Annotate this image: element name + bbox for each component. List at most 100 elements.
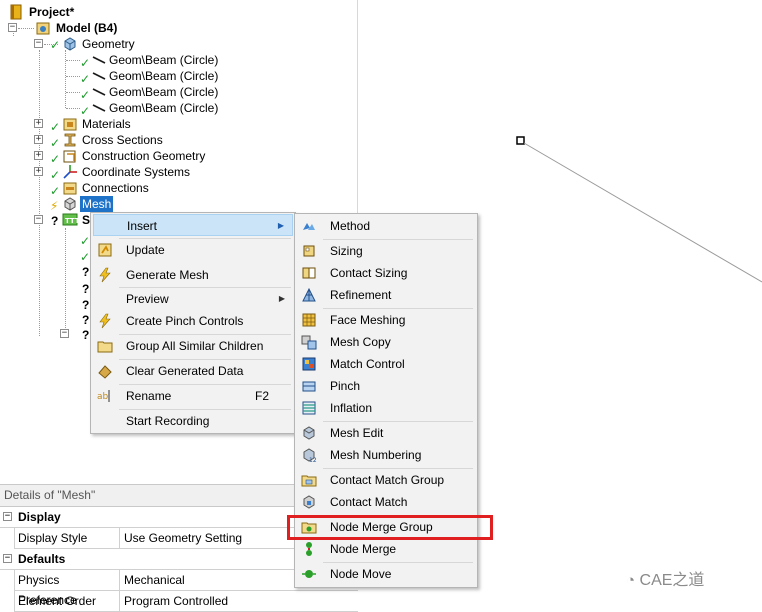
menu-item-create-pinch-controls[interactable]: Create Pinch Controls <box>93 310 293 332</box>
construction-geometry-icon <box>63 150 76 163</box>
menu-item-update[interactable]: Update <box>93 239 293 261</box>
submenu-item-pinch[interactable]: Pinch <box>297 375 475 397</box>
tree-item-geometry[interactable]: − ✓ Geometry <box>34 36 234 52</box>
connections-icon <box>63 182 77 195</box>
menu-item-label: Clear Generated Data <box>126 364 244 378</box>
property-name: Physics Preference <box>14 570 120 607</box>
tree-item-label: Connections <box>82 181 149 195</box>
expand-toggle-icon[interactable]: + <box>34 151 43 160</box>
menu-item-label: Mesh Numbering <box>330 448 422 462</box>
submenu-item-node-move[interactable]: Node Move <box>297 563 475 585</box>
section-label: Display <box>18 510 61 524</box>
node-move-icon <box>302 570 316 578</box>
menu-item-label: Node Merge <box>330 542 397 556</box>
tree-item-coordinate-systems[interactable]: + ✓ Coordinate Systems <box>34 164 274 182</box>
menu-item-label: Group All Similar Children <box>126 339 264 353</box>
submenu-item-mesh-copy[interactable]: Mesh Copy <box>297 331 475 353</box>
menu-item-label: Face Meshing <box>330 313 406 327</box>
tree-item-mesh[interactable]: ⚡ Mesh <box>34 196 234 213</box>
menu-item-label: Contact Match <box>330 495 408 509</box>
tree-item-materials[interactable]: + ✓ Materials <box>34 116 234 134</box>
tree-item-body[interactable]: ✓ Geom\Beam (Circle) <box>80 84 280 102</box>
tree-item-body[interactable]: ✓ Geom\Beam (Circle) <box>80 52 280 70</box>
submenu-item-method[interactable]: Method <box>297 215 475 237</box>
submenu-item-sizing[interactable]: Sizing <box>297 240 475 262</box>
submenu-item-match-control[interactable]: Match Control <box>297 353 475 375</box>
question-mark-icon: ? <box>82 282 90 296</box>
mesh-copy-icon <box>301 335 317 350</box>
question-mark-icon: ? <box>82 265 90 279</box>
rename-icon: ab <box>97 390 110 402</box>
tree-item-label: Cross Sections <box>82 133 163 147</box>
tree-item-connections[interactable]: ✓ Connections <box>34 180 234 198</box>
expand-toggle-icon[interactable]: + <box>34 135 43 144</box>
geometry-cube-icon <box>64 37 76 51</box>
project-book-icon <box>10 4 22 20</box>
menu-item-label: Generate Mesh <box>126 268 209 282</box>
submenu-item-mesh-numbering[interactable]: 12 Mesh Numbering <box>297 444 475 466</box>
submenu-item-face-meshing[interactable]: Face Meshing <box>297 309 475 331</box>
submenu-item-contact-sizing[interactable]: Contact Sizing <box>297 262 475 284</box>
menu-item-label: Rename <box>126 389 172 403</box>
beam-line-icon <box>92 88 106 96</box>
menu-item-start-recording[interactable]: Start Recording <box>93 410 293 432</box>
tree-item-body[interactable]: ✓ Geom\Beam (Circle) <box>80 68 280 86</box>
submenu-item-refinement[interactable]: Refinement <box>297 284 475 306</box>
menu-item-generate-mesh[interactable]: Generate Mesh <box>93 264 293 286</box>
mesh-edit-icon <box>303 426 315 440</box>
watermark: ◔ CAE之道 <box>626 566 704 590</box>
menu-item-label: Sizing <box>330 244 363 258</box>
tree-item-project[interactable]: Project* <box>8 4 208 20</box>
tree-item-cross-sections[interactable]: + ✓ Cross Sections <box>34 132 254 150</box>
menu-item-label: Update <box>126 243 165 257</box>
submenu-item-contact-match[interactable]: Contact Match <box>297 491 475 513</box>
menu-item-insert[interactable]: Insert ▶ <box>93 214 293 236</box>
match-control-icon <box>302 357 316 371</box>
svg-text:12: 12 <box>309 457 317 463</box>
expand-toggle-icon[interactable]: + <box>34 167 43 176</box>
tree-item-construction-geometry[interactable]: + ✓ Construction Geometry <box>34 148 274 166</box>
lightning-bolt-icon <box>99 267 111 283</box>
collapse-toggle-icon[interactable]: − <box>3 512 12 521</box>
context-menu: Insert ▶ Update Generate Mesh Preview ▶ … <box>90 212 296 434</box>
menu-item-label: Insert <box>127 219 158 233</box>
method-icon <box>303 223 315 230</box>
watermark-text: CAE之道 <box>639 572 705 589</box>
update-icon <box>98 243 112 257</box>
details-row-element-order[interactable]: Element Order Program Controlled <box>14 591 358 612</box>
tree-item-model[interactable]: − Model (B4) <box>8 20 228 36</box>
menu-item-label: Pinch <box>330 379 361 393</box>
submenu-item-mesh-edit[interactable]: Mesh Edit <box>297 422 475 444</box>
tree-item-label: Geom\Beam (Circle) <box>109 101 219 115</box>
expand-toggle-icon[interactable]: + <box>34 119 43 128</box>
check-icon: ✓ <box>80 250 91 264</box>
contact-sizing-icon <box>302 267 316 279</box>
collapse-toggle-icon[interactable]: − <box>34 39 43 48</box>
property-value[interactable]: Program Controlled <box>120 591 358 611</box>
contact-match-icon <box>303 495 315 509</box>
contact-match-group-icon <box>301 475 317 487</box>
inflation-icon <box>302 401 316 415</box>
highlight-annotation <box>287 515 493 540</box>
menu-item-clear-generated-data[interactable]: Clear Generated Data <box>93 360 293 382</box>
tree-item-static-structural[interactable]: − ? TTT S <box>34 212 94 228</box>
tree-item-label: Geometry <box>82 37 135 51</box>
menu-item-group-all-similar-children[interactable]: Group All Similar Children <box>93 335 293 357</box>
menu-item-label: Mesh Edit <box>330 426 384 440</box>
submenu-item-contact-match-group[interactable]: Contact Match Group <box>297 469 475 491</box>
property-name: Display Style <box>14 528 120 549</box>
svg-text:TTT: TTT <box>65 217 78 225</box>
collapse-toggle-icon[interactable]: − <box>8 23 17 32</box>
submenu-item-node-merge[interactable]: Node Merge <box>297 538 475 560</box>
tree-item-body[interactable]: ✓ Geom\Beam (Circle) <box>80 100 280 118</box>
menu-item-label: Contact Sizing <box>330 266 408 280</box>
shortcut-label: F2 <box>254 389 269 403</box>
coordinate-axes-icon <box>63 165 77 179</box>
materials-icon <box>63 118 77 131</box>
menu-item-preview[interactable]: Preview ▶ <box>93 288 293 310</box>
submenu-item-inflation[interactable]: Inflation <box>297 397 475 419</box>
collapse-toggle-icon[interactable]: − <box>3 554 12 563</box>
menu-item-rename[interactable]: ab Rename F2 <box>93 385 293 407</box>
collapse-toggle-icon[interactable]: − <box>60 329 69 338</box>
collapse-toggle-icon[interactable]: − <box>34 215 43 224</box>
